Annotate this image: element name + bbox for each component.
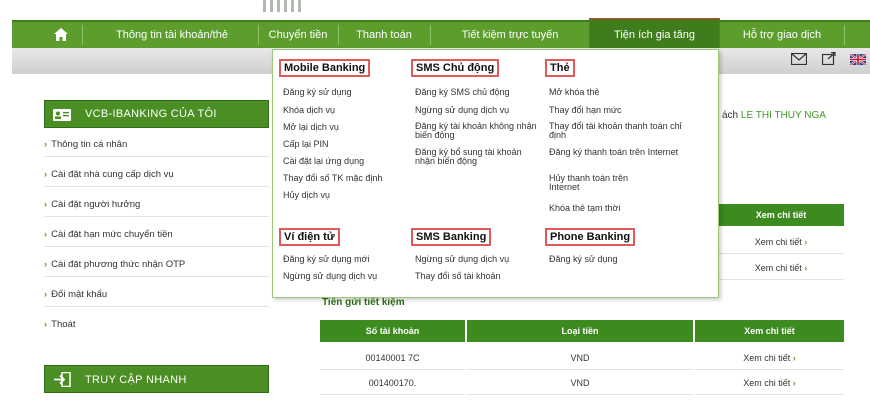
mb-reissue-pin[interactable]: Cấp lại PIN — [283, 139, 329, 149]
sidebar-item-personal-info[interactable]: › Thông tin cá nhân — [44, 134, 269, 157]
nav-separator — [82, 25, 83, 45]
sidebar-item-transfer-limits[interactable]: › Cài đặt hạn mức chuyển tiền — [44, 224, 269, 247]
sidebar-title: VCB-IBANKING CỦA TÔI — [85, 108, 217, 120]
card-unlock[interactable]: Mở khóa thẻ — [549, 87, 599, 97]
sidebar-item-otp-method[interactable]: › Cài đặt phương thức nhận OTP — [44, 254, 269, 277]
sms-chu-dong-heading: SMS Chủ động — [411, 59, 500, 77]
sms-banking-heading: SMS Banking — [411, 228, 492, 246]
chevron-right-icon: › — [804, 263, 808, 273]
home-icon[interactable] — [54, 28, 68, 46]
link-label: Xem chi tiết — [754, 263, 802, 273]
value-added-dropdown: Mobile Banking Đăng ký sử dụng Khóa dịch… — [272, 49, 719, 298]
smscd-exclude-account[interactable]: Đăng ký tài khoản không nhận biến động — [415, 122, 547, 140]
sidebar-item-beneficiaries[interactable]: › Cài đặt người hưởng — [44, 194, 269, 217]
nav-support[interactable]: Hỗ trợ giao dịch — [724, 22, 840, 48]
sidebar-item-service-providers[interactable]: › Cài đặt nhà cung cấp dịch vụ — [44, 164, 269, 187]
nav-value-added[interactable]: Tiện ích gia tăng — [589, 18, 720, 50]
link-label: Xem chi tiết — [743, 378, 791, 388]
card-heading: Thẻ — [545, 59, 575, 77]
chevron-right-icon: › — [44, 259, 48, 270]
mb-lock[interactable]: Khóa dịch vụ — [283, 105, 335, 115]
sidebar-item-logout[interactable]: › Thoát — [44, 314, 269, 336]
view-detail-header: Xem chi tiết — [718, 204, 844, 226]
card-register-internet-payment[interactable]: Đăng ký thanh toán trên Internet — [549, 148, 679, 157]
user-card-icon — [53, 108, 71, 121]
mail-icon[interactable] — [790, 52, 808, 70]
sidebar-header: VCB-IBANKING CỦA TÔI — [44, 100, 269, 128]
sidebar-item-label: Cài đặt nhà cung cấp dịch vụ — [51, 169, 174, 180]
chevron-right-icon: › — [804, 237, 808, 247]
chevron-right-icon: › — [44, 289, 48, 300]
chevron-right-icon: › — [44, 199, 48, 210]
chevron-right-icon: › — [44, 229, 48, 240]
nav-account-info[interactable]: Thông tin tài khoản/thẻ — [88, 22, 256, 48]
table-cell-currency: VND — [467, 347, 693, 370]
nav-separator — [258, 25, 259, 45]
chevron-right-icon: › — [792, 378, 796, 388]
mobile-banking-heading: Mobile Banking — [279, 59, 371, 77]
quick-access-header: TRUY CẬP NHANH — [44, 365, 269, 393]
greeting: ách LE THI THUY NGA — [722, 110, 826, 121]
smscd-stop[interactable]: Ngừng sử dụng dịch vụ — [415, 105, 509, 115]
sidebar-item-label: Thoát — [51, 319, 76, 330]
nav-separator — [338, 25, 339, 45]
table-cell-detail-link[interactable]: Xem chi tiết › — [695, 372, 844, 395]
decorative-mark — [263, 0, 303, 12]
table-header-account: Số tài khoản — [320, 320, 465, 342]
table-cell-currency: VND — [467, 372, 693, 395]
nav-online-savings[interactable]: Tiết kiệm trực tuyến — [432, 22, 588, 48]
e-wallet-heading: Ví điện tử — [279, 228, 340, 246]
nav-separator — [844, 25, 845, 45]
table-header-detail: Xem chi tiết — [695, 320, 844, 342]
uk-flag-icon[interactable] — [849, 52, 867, 70]
smscd-add-account[interactable]: Đăng ký bổ sung tài khoản nhận biến động — [415, 148, 543, 166]
pb-register[interactable]: Đăng ký sử dụng — [549, 254, 618, 264]
smsb-change-account[interactable]: Thay đổi số tài khoản — [415, 271, 501, 281]
mb-reopen[interactable]: Mở lại dịch vụ — [283, 122, 339, 132]
card-cancel-internet-payment[interactable]: Hủy thanh toán trên Internet — [549, 174, 659, 192]
table-cell-detail-link[interactable]: Xem chi tiết › — [695, 347, 844, 370]
quick-access-title: TRUY CẬP NHANH — [85, 374, 187, 386]
link-label: Xem chi tiết — [754, 237, 802, 247]
savings-title: Tiền gửi tiết kiệm — [322, 297, 405, 308]
table-header-currency: Loại tiền — [467, 320, 693, 342]
main-nav: Thông tin tài khoản/thẻ Chuyển tiền Than… — [12, 18, 870, 50]
login-icon — [53, 371, 71, 392]
chevron-right-icon: › — [44, 319, 48, 330]
nav-payment[interactable]: Thanh toán — [340, 22, 428, 48]
chevron-right-icon: › — [44, 169, 48, 180]
sidebar-item-label: Đổi mật khẩu — [51, 289, 108, 300]
view-detail-link[interactable]: Xem chi tiết › — [718, 257, 844, 280]
view-detail-link[interactable]: Xem chi tiết › — [718, 231, 844, 254]
mb-cancel[interactable]: Hủy dịch vụ — [283, 190, 330, 200]
nav-transfer[interactable]: Chuyển tiền — [260, 22, 336, 48]
top-strip — [0, 0, 870, 20]
ew-stop[interactable]: Ngừng sử dụng dịch vụ — [283, 271, 377, 281]
sidebar-item-label: Cài đặt người hưởng — [51, 199, 141, 210]
smsb-stop[interactable]: Ngừng sử dụng dịch vụ — [415, 254, 509, 264]
table-cell-account: 00140001 7C — [320, 347, 465, 370]
utility-icons — [781, 51, 867, 70]
card-change-payment-account[interactable]: Thay đổi tài khoản thanh toán chỉ định — [549, 122, 685, 140]
sidebar-item-label: Cài đặt phương thức nhận OTP — [51, 259, 186, 270]
smscd-register[interactable]: Đăng ký SMS chủ động — [415, 87, 510, 97]
nav-separator — [430, 25, 431, 45]
mb-change-default-account[interactable]: Thay đổi số TK mặc định — [283, 173, 382, 183]
mb-reinstall-app[interactable]: Cài đặt lại ứng dụng — [283, 156, 364, 166]
mb-register[interactable]: Đăng ký sử dụng — [283, 87, 352, 97]
share-icon[interactable] — [821, 51, 836, 70]
table-cell-account: 001400170. — [320, 372, 465, 395]
chevron-right-icon: › — [792, 353, 796, 363]
card-temporary-lock[interactable]: Khóa thẻ tạm thời — [549, 203, 620, 213]
link-label: Xem chi tiết — [743, 353, 791, 363]
ew-register-new[interactable]: Đăng ký sử dụng mới — [283, 254, 369, 264]
phone-banking-heading: Phone Banking — [545, 228, 636, 246]
chevron-right-icon: › — [44, 139, 48, 150]
greeting-prefix: ách — [722, 110, 739, 121]
user-name: LE THI THUY NGA — [740, 110, 826, 121]
sidebar-item-change-password[interactable]: › Đổi mật khẩu — [44, 284, 269, 307]
card-change-limit[interactable]: Thay đổi hạn mức — [549, 105, 622, 115]
sidebar-item-label: Cài đặt hạn mức chuyển tiền — [51, 229, 173, 240]
sidebar-item-label: Thông tin cá nhân — [51, 139, 128, 150]
